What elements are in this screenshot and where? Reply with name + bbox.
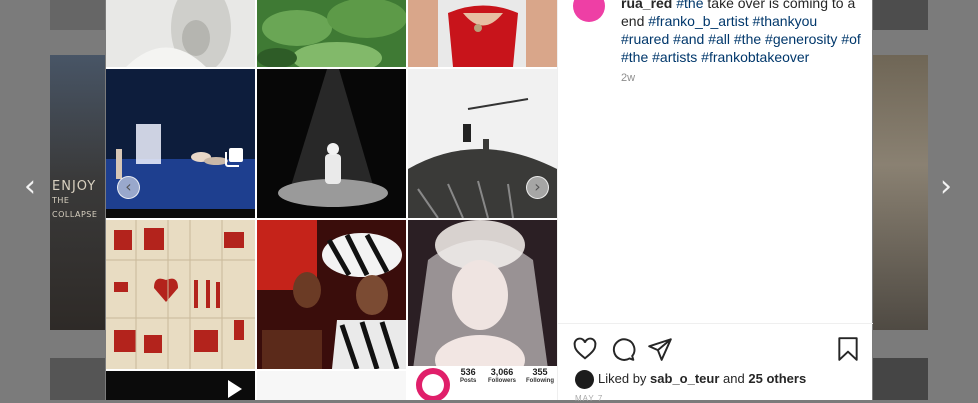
hashtag-link[interactable]: #the <box>676 0 703 11</box>
hashtag-link[interactable]: #franko_b_artist <box>648 13 748 29</box>
liked-by-label: Liked by <box>598 371 647 386</box>
poster-text-line: ENJOY <box>52 179 97 194</box>
paper-plane-icon[interactable] <box>647 336 673 362</box>
post-timestamp[interactable]: 2w <box>621 72 635 84</box>
stat-following: 355 Following <box>526 367 554 384</box>
stat-value: 536 <box>460 367 476 377</box>
hashtag-link[interactable]: #thankyou <box>753 13 818 29</box>
avatar[interactable] <box>573 0 605 22</box>
likes-count-link[interactable]: 25 others <box>748 371 806 386</box>
stat-label: Following <box>526 378 554 384</box>
background-thumbnail <box>873 55 928 330</box>
play-icon <box>226 378 244 400</box>
bookmark-icon[interactable] <box>835 336 861 362</box>
comment-icon[interactable] <box>610 336 636 362</box>
profile-logo <box>416 368 450 400</box>
avatar[interactable] <box>575 370 594 390</box>
liked-by-and: and <box>723 371 745 386</box>
background-poster-text: ENJOY THE COLLAPSE <box>52 180 97 222</box>
hashtag-link[interactable]: #frankobtakeover <box>701 49 809 65</box>
grid-photo-symbols-quilt <box>106 220 255 369</box>
background-thumbnail <box>873 358 928 400</box>
grid-photo-veil-headdress <box>408 220 557 369</box>
stat-followers: 3,066 Followers <box>488 367 516 384</box>
poster-text-line: THE <box>52 196 70 205</box>
grid-photo-stage-blue: ‹ <box>106 69 255 218</box>
hashtag-link[interactable]: #of <box>841 31 860 47</box>
username-link[interactable]: rua_red <box>621 0 672 11</box>
profile-stats-strip: 536 Posts 3,066 Followers 355 Following <box>408 366 557 400</box>
background-thumbnail <box>50 0 105 30</box>
liked-by-summary: Liked by sab_o_teur and 25 others <box>575 369 806 390</box>
heart-icon[interactable] <box>572 336 598 362</box>
post-media[interactable]: ‹ › 536 Posts 3,066 Followers 355 Follow… <box>106 0 557 400</box>
background-thumbnail <box>873 0 928 30</box>
grid-photo-white <box>257 371 406 400</box>
post-date: MAY 7 <box>575 394 604 403</box>
hashtag-link[interactable]: #the <box>621 49 648 65</box>
grid-photo-spotlight <box>257 69 406 218</box>
post-caption: rua_red #the take over is coming to a en… <box>621 0 866 66</box>
hashtag-link[interactable]: #all <box>708 31 730 47</box>
hashtag-link[interactable]: #ruared <box>621 31 669 47</box>
post-actions-bar: Liked by sab_o_teur and 25 others MAY 7 <box>558 323 873 403</box>
carousel-prev-button[interactable]: ‹ <box>117 176 140 199</box>
next-post-button[interactable]: › <box>934 172 958 202</box>
background-thumbnail <box>50 358 105 400</box>
stat-label: Followers <box>488 378 517 384</box>
grid-photo-zebra-hats <box>257 220 406 369</box>
grid-photo-leaves <box>257 0 406 67</box>
stat-label: Posts <box>460 378 477 384</box>
hashtag-link[interactable]: #artists <box>652 49 697 65</box>
previous-post-button[interactable]: ‹ <box>18 172 42 202</box>
chevron-right-icon: › <box>940 169 952 204</box>
post-modal: ‹ › 536 Posts 3,066 Followers 355 Follow… <box>106 0 873 403</box>
grid-photo-rooftop: › <box>408 69 557 218</box>
stat-posts: 536 Posts <box>460 367 476 384</box>
grid-photo-performer-red <box>408 0 557 67</box>
chevron-left-icon: ‹ <box>24 169 36 204</box>
stat-value: 355 <box>532 367 548 377</box>
chevron-left-icon: ‹ <box>125 177 132 196</box>
multiple-images-icon <box>224 147 244 167</box>
stat-value: 3,066 <box>490 367 514 377</box>
hashtag-link[interactable]: #generosity <box>765 31 837 47</box>
hashtag-link[interactable]: #and <box>673 31 704 47</box>
hashtag-link[interactable]: #the <box>734 31 761 47</box>
post-details-panel: rua_red #the take over is coming to a en… <box>557 0 873 403</box>
poster-text-line: COLLAPSE <box>52 210 98 219</box>
chevron-right-icon: › <box>534 177 541 196</box>
grid-photo-sculpture <box>106 0 255 67</box>
carousel-next-button[interactable]: › <box>526 176 549 199</box>
liker-username-link[interactable]: sab_o_teur <box>650 371 719 386</box>
